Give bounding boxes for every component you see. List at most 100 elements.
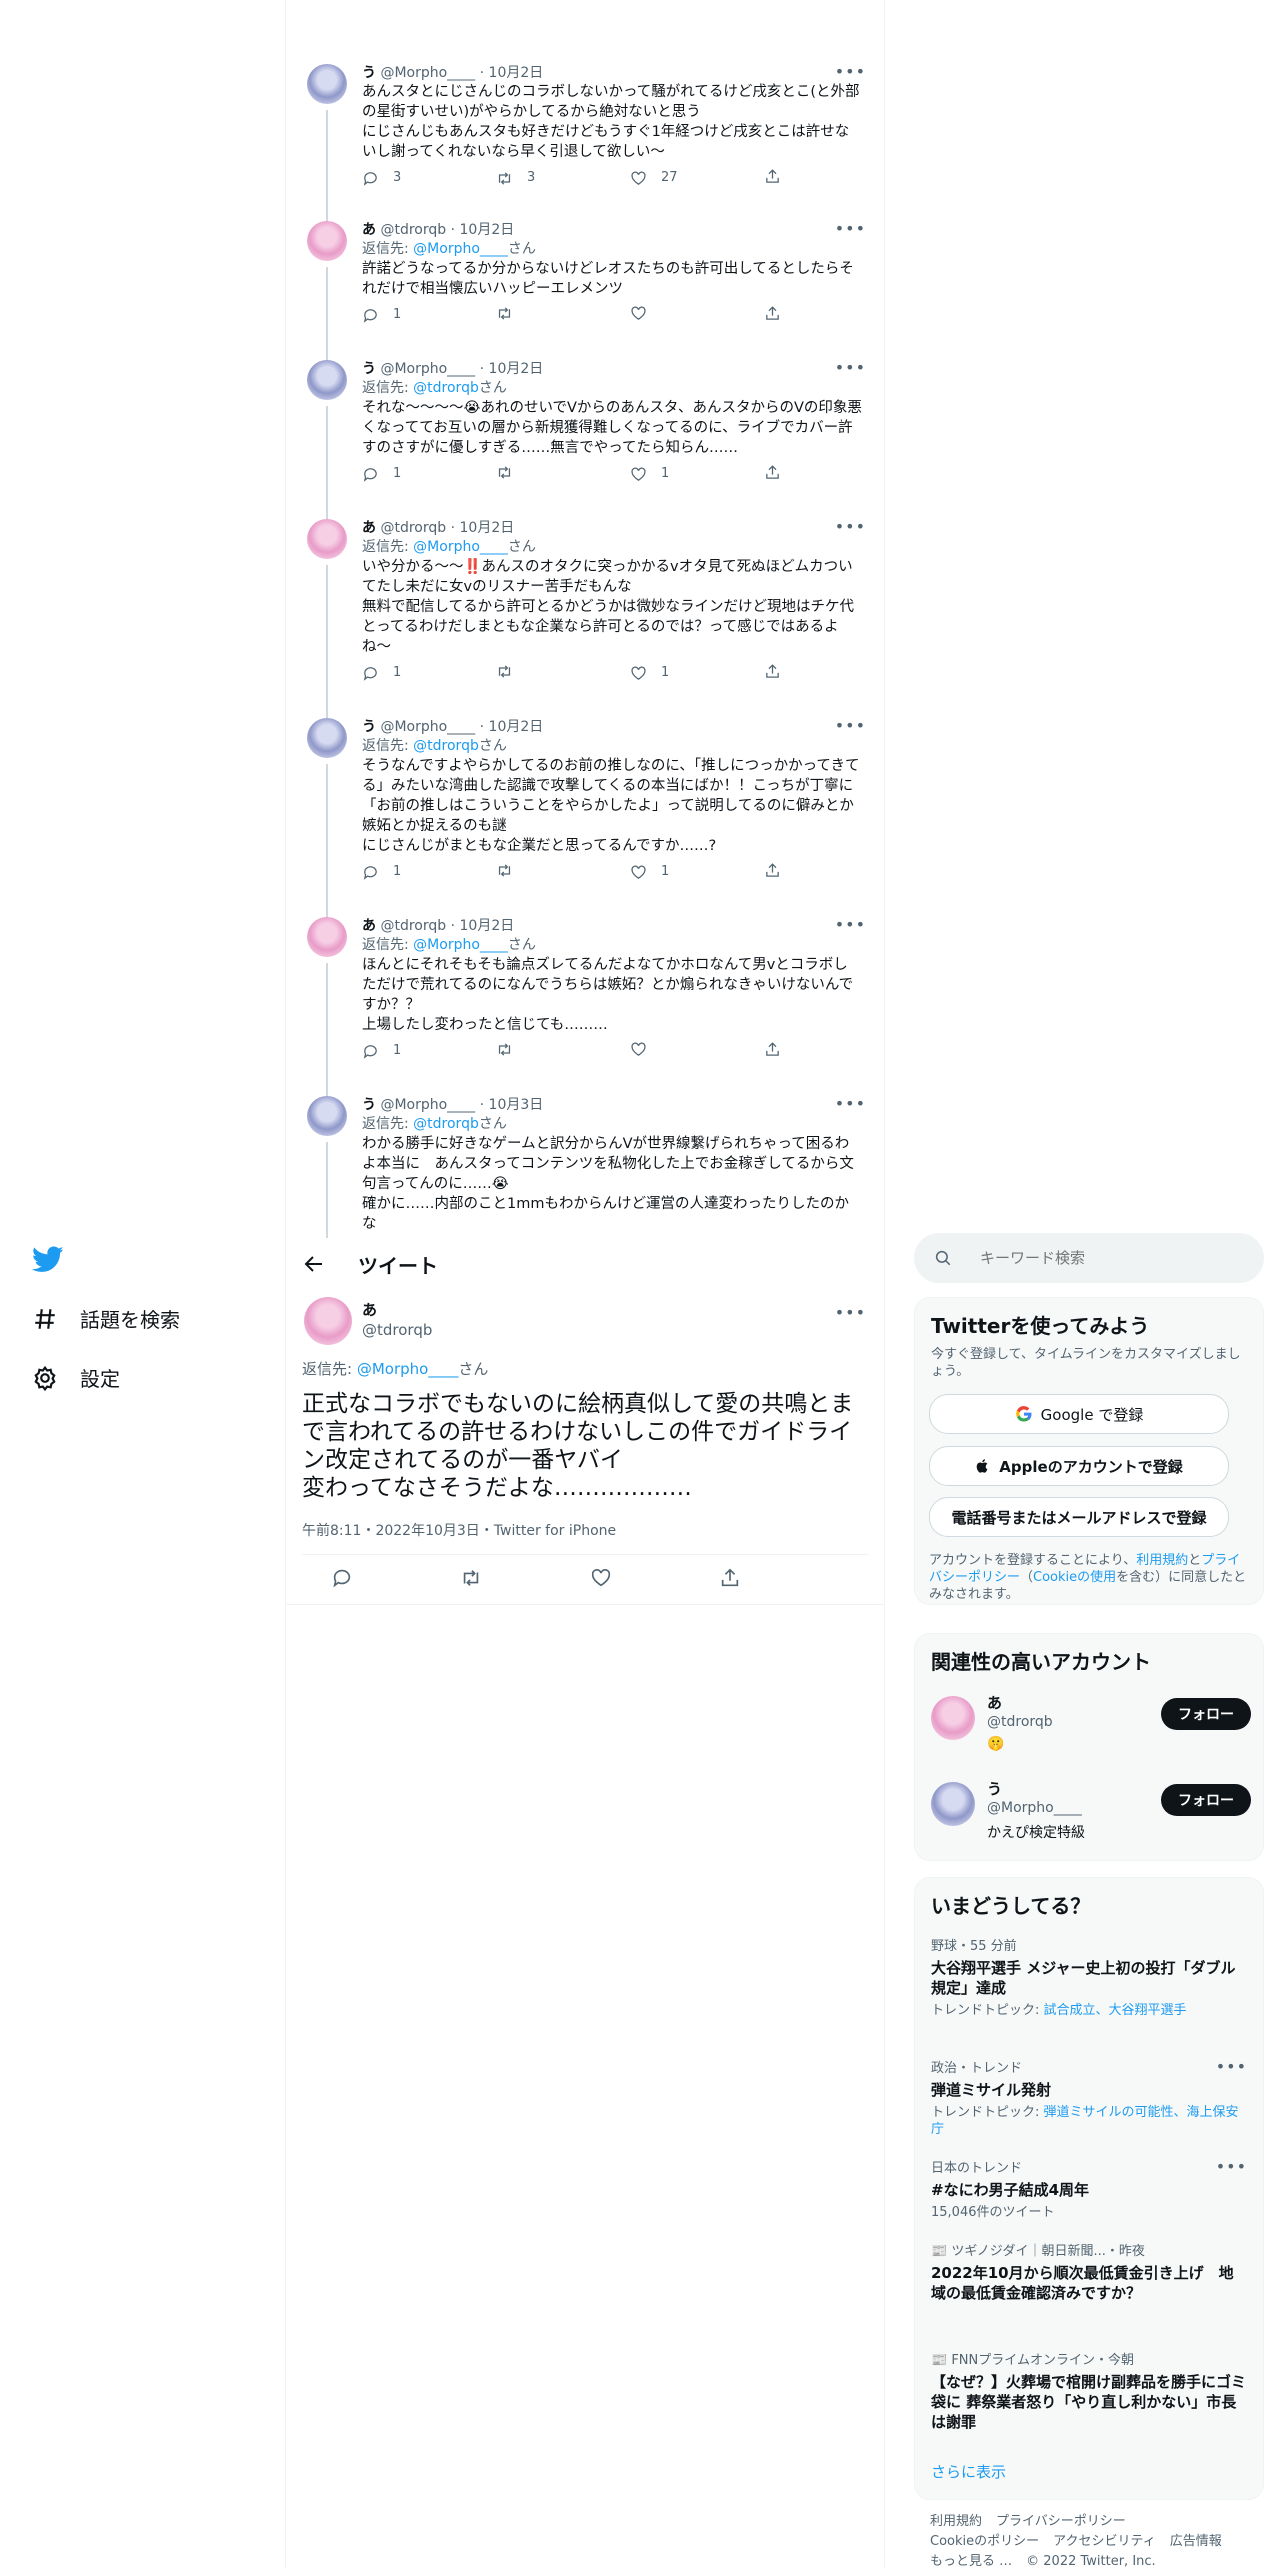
retweet-button[interactable] (496, 862, 527, 879)
author-name[interactable]: あ (362, 520, 376, 536)
reply-button[interactable]: 1 (362, 862, 401, 882)
footer-cookie[interactable]: Cookieのポリシー (930, 2534, 1039, 2549)
like-button[interactable] (630, 1041, 661, 1058)
avatar[interactable] (307, 360, 347, 400)
avatar[interactable] (307, 718, 347, 758)
reply-button[interactable]: 1 (362, 464, 401, 484)
retweet-button[interactable] (496, 1041, 527, 1058)
reply-to-link[interactable]: @tdrorqb (413, 1116, 479, 1132)
share-button[interactable] (764, 862, 781, 879)
share-button[interactable] (764, 305, 781, 322)
reply-to-link[interactable]: @Morpho____ (413, 241, 508, 257)
reply-to-link[interactable]: @tdrorqb (413, 738, 479, 754)
search-box[interactable] (914, 1233, 1264, 1283)
tweet-date[interactable]: 10月3日 (489, 1097, 544, 1113)
tweet-timestamp[interactable]: 午前8:11・2022年10月3日・Twitter for iPhone (302, 1520, 616, 1540)
google-signup-button[interactable]: Google で登録 (929, 1394, 1229, 1434)
author-name[interactable]: あ (362, 1299, 377, 1320)
tweet-date[interactable]: 10月2日 (460, 520, 515, 536)
follow-button[interactable]: フォロー (1161, 1784, 1251, 1816)
avatar[interactable] (307, 221, 347, 261)
avatar[interactable] (304, 1297, 352, 1345)
like-button[interactable]: 1 (630, 464, 669, 484)
avatar[interactable] (931, 1782, 975, 1826)
share-button[interactable] (764, 464, 781, 481)
author-handle[interactable]: @tdrorqb (380, 222, 446, 238)
author-handle[interactable]: @tdrorqb (380, 520, 446, 536)
reply-to-link[interactable]: @Morpho____ (413, 937, 508, 953)
nav-settings[interactable]: 設定 (32, 1363, 120, 1392)
share-button[interactable] (764, 1041, 781, 1058)
author-name[interactable]: う (362, 719, 376, 735)
retweet-button[interactable]: 3 (496, 168, 535, 188)
trend-sub-link[interactable]: 試合成立、大谷翔平選手 (1044, 2003, 1187, 2018)
like-button[interactable] (590, 1567, 612, 1589)
avatar[interactable] (307, 519, 347, 559)
tweet-date[interactable]: 10月2日 (489, 719, 544, 735)
apple-signup-button[interactable]: Appleのアカウントで登録 (929, 1446, 1229, 1486)
back-arrow-icon[interactable] (302, 1252, 326, 1276)
follow-button[interactable]: フォロー (1161, 1698, 1251, 1730)
reply-button[interactable]: 1 (362, 1041, 401, 1061)
search-input[interactable] (978, 1248, 1242, 1268)
account-name[interactable]: う (987, 1778, 1002, 1799)
trend-item[interactable]: 📰 FNNプライムオンライン・今朝 【なぜ？】火葬場で棺開け副葬品を勝手にゴミ袋… (931, 2349, 1247, 2432)
trend-item[interactable]: 政治・トレンド 弾道ミサイル発射 トレンドトピック: 弾道ミサイルの可能性、海上保… (931, 2057, 1247, 2138)
account-handle[interactable]: @Morpho____ (987, 1800, 1082, 1816)
author-handle[interactable]: @Morpho____ (380, 1097, 475, 1113)
like-button[interactable]: 27 (630, 168, 678, 188)
author-name[interactable]: う (362, 361, 376, 377)
author-name[interactable]: あ (362, 222, 376, 238)
retweet-button[interactable] (496, 464, 527, 481)
more-icon[interactable]: ••• (835, 517, 866, 536)
more-icon[interactable]: ••• (835, 1094, 866, 1113)
tweet-date[interactable]: 10月2日 (460, 918, 515, 934)
retweet-button[interactable] (496, 663, 527, 680)
trend-item[interactable]: 日本のトレンド #なにわ男子結成4周年 15,046件のツイート ••• (931, 2157, 1247, 2221)
reply-button[interactable]: 1 (362, 663, 401, 683)
cookie-link[interactable]: Cookieの使用 (1033, 1570, 1116, 1585)
more-icon[interactable]: ••• (1216, 2157, 1247, 2176)
share-button[interactable] (764, 663, 781, 680)
reply-button[interactable] (331, 1567, 353, 1589)
more-icon[interactable]: ••• (835, 219, 866, 238)
author-handle[interactable]: @Morpho____ (380, 719, 475, 735)
retweet-button[interactable] (460, 1567, 482, 1589)
tweet-date[interactable]: 10月2日 (489, 361, 544, 377)
author-handle[interactable]: @tdrorqb (380, 918, 446, 934)
author-name[interactable]: あ (362, 918, 376, 934)
reply-to-link[interactable]: @Morpho____ (357, 1360, 459, 1378)
retweet-button[interactable] (496, 305, 527, 322)
like-button[interactable] (630, 305, 661, 322)
conversation-thread[interactable]: う @Morpho____ · 10月2日 あんスタとにじさんじのコラボしないか… (286, 0, 884, 1238)
avatar[interactable] (307, 1096, 347, 1136)
avatar[interactable] (307, 917, 347, 957)
reply-button[interactable]: 3 (362, 168, 401, 188)
more-icon[interactable]: ••• (835, 358, 866, 377)
reply-button[interactable]: 1 (362, 305, 401, 325)
like-button[interactable]: 1 (630, 862, 669, 882)
more-icon[interactable]: ••• (835, 1303, 866, 1322)
avatar[interactable] (307, 64, 347, 104)
author-handle[interactable]: @Morpho____ (380, 65, 475, 81)
footer-more[interactable]: もっと見る … (930, 2554, 1012, 2569)
footer-terms[interactable]: 利用規約 (930, 2514, 982, 2529)
trend-item[interactable]: 野球・55 分前 大谷翔平選手 メジャー史上初の投打「ダブル規定」達成 トレンドト… (931, 1935, 1247, 2019)
more-icon[interactable]: ••• (835, 915, 866, 934)
twitter-bird-icon[interactable] (32, 1243, 64, 1275)
more-icon[interactable]: ••• (835, 716, 866, 735)
trend-item[interactable]: 📰 ツギノジダイ｜朝日新聞...・昨夜 2022年10月から順次最低賃金引き上げ… (931, 2240, 1247, 2303)
footer-ads[interactable]: 広告情報 (1170, 2534, 1222, 2549)
tweet-date[interactable]: 10月2日 (489, 65, 544, 81)
account-row[interactable]: う @Morpho____ かえぴ検定特級 フォロー (931, 1778, 1251, 1854)
footer-privacy[interactable]: プライバシーポリシー (996, 2514, 1126, 2529)
author-handle[interactable]: @Morpho____ (380, 361, 475, 377)
phone-signup-button[interactable]: 電話番号またはメールアドレスで登録 (929, 1497, 1229, 1537)
author-name[interactable]: う (362, 65, 376, 81)
author-handle[interactable]: @tdrorqb (362, 1321, 432, 1339)
more-icon[interactable]: ••• (835, 62, 866, 81)
show-more-link[interactable]: さらに表示 (931, 2461, 1006, 2482)
reply-to-link[interactable]: @Morpho____ (413, 539, 508, 555)
avatar[interactable] (931, 1696, 975, 1740)
tweet-date[interactable]: 10月2日 (460, 222, 515, 238)
